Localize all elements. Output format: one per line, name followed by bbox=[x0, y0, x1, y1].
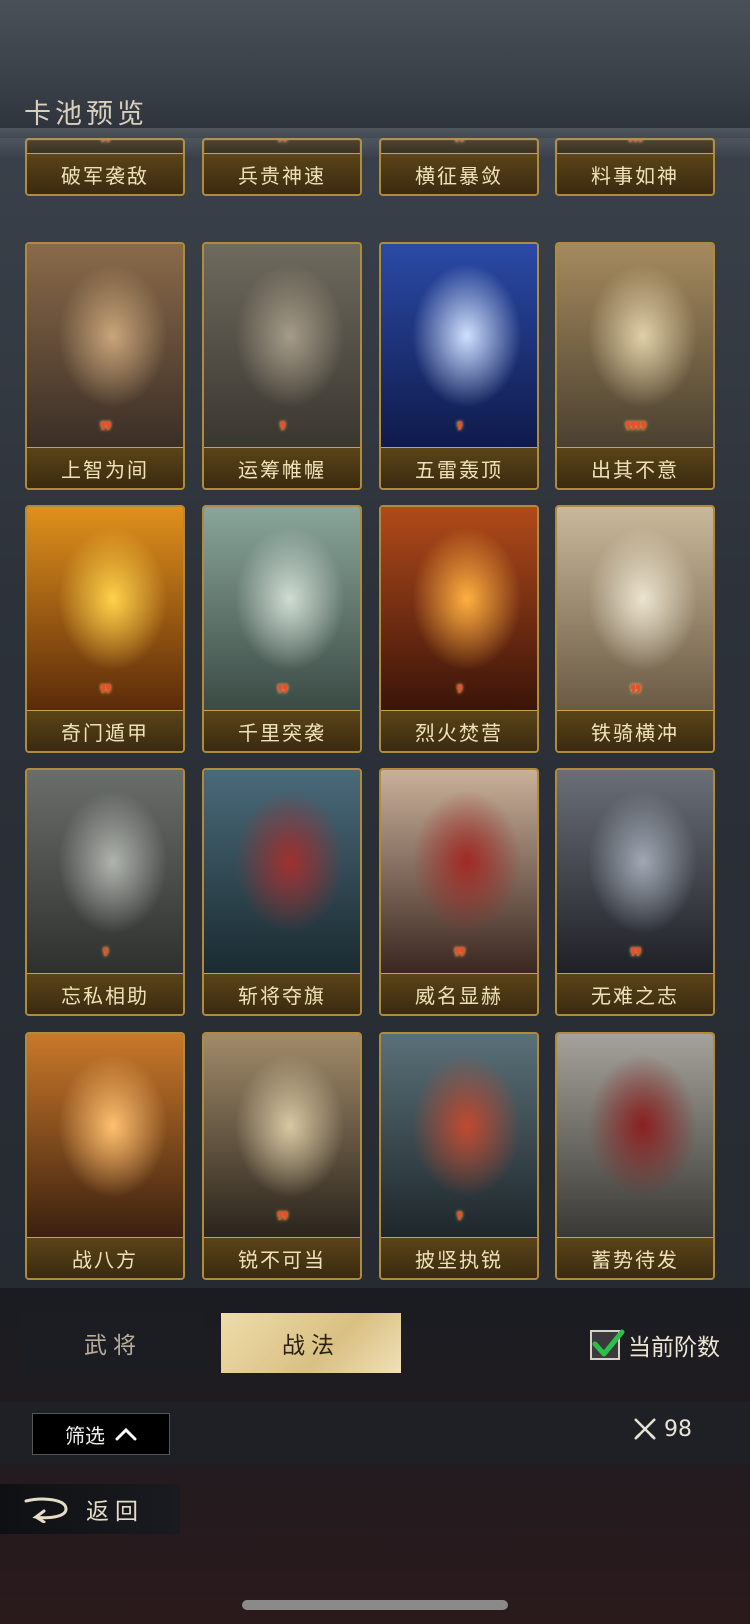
star-pips: ❜❜❜❜ bbox=[624, 418, 647, 444]
chevron-up-icon bbox=[115, 1427, 137, 1441]
star-pips: ❜❜ bbox=[276, 1208, 289, 1234]
tactic-card[interactable]: 斩将夺旗 bbox=[202, 768, 362, 1016]
tactic-card[interactable]: ❜ 运筹帷幄 bbox=[202, 242, 362, 490]
home-indicator bbox=[242, 1600, 508, 1610]
tactic-card[interactable]: ❜❜ 锐不可当 bbox=[202, 1032, 362, 1280]
current-tier-toggle[interactable]: 当前阶数 bbox=[590, 1328, 720, 1362]
card-name: 战八方 bbox=[27, 1237, 183, 1278]
card-name: 横征暴敛 bbox=[381, 153, 537, 194]
page-title: 卡池预览 bbox=[24, 99, 148, 130]
tactic-count-value: 98 bbox=[664, 1416, 692, 1442]
card-name: 千里突袭 bbox=[204, 710, 360, 751]
tactic-card[interactable]: 蓄势待发 bbox=[555, 1032, 715, 1280]
card-name: 威名显赫 bbox=[381, 973, 537, 1014]
star-pips: ❜ bbox=[279, 418, 286, 444]
tactic-card[interactable]: ❜ 披坚执锐 bbox=[379, 1032, 539, 1280]
card-name: 破军袭敌 bbox=[27, 153, 183, 194]
card-name: 斩将夺旗 bbox=[204, 973, 360, 1014]
back-label: 返回 bbox=[86, 1499, 144, 1525]
card-name: 奇门遁甲 bbox=[27, 710, 183, 751]
star-pips: ❜❜ bbox=[276, 681, 289, 707]
tab-generals[interactable]: 武将 bbox=[22, 1313, 204, 1373]
tab-tactics[interactable]: 战法 bbox=[221, 1313, 401, 1373]
filter-label: 筛选 bbox=[65, 1423, 105, 1448]
card-name: 料事如神 bbox=[557, 153, 713, 194]
tactic-card[interactable]: ❜❜ 无难之志 bbox=[555, 768, 715, 1016]
card-artwork bbox=[204, 770, 360, 974]
star-pips: ❜ bbox=[456, 418, 463, 444]
card-name: 忘私相助 bbox=[27, 973, 183, 1014]
checkbox[interactable] bbox=[590, 1329, 625, 1360]
card-name: 运筹帷幄 bbox=[204, 447, 360, 488]
current-tier-label: 当前阶数 bbox=[628, 1335, 720, 1361]
star-pips: ❜ bbox=[456, 1208, 463, 1234]
tactic-card[interactable]: ❜❜ 上智为间 bbox=[25, 242, 185, 490]
tactic-card[interactable]: 战八方 bbox=[25, 1032, 185, 1280]
star-pips: ❜ bbox=[456, 681, 463, 707]
tactic-card[interactable]: ❜❜❜❜ 出其不意 bbox=[555, 242, 715, 490]
card-artwork bbox=[557, 1034, 713, 1238]
crossed-swords-icon bbox=[634, 1418, 656, 1440]
card-name: 上智为间 bbox=[27, 447, 183, 488]
tactic-card[interactable]: ❜ 忘私相助 bbox=[25, 768, 185, 1016]
tactic-card[interactable]: ❜❜ 威名显赫 bbox=[379, 768, 539, 1016]
card-name: 披坚执锐 bbox=[381, 1237, 537, 1278]
star-pips: ❜❜ bbox=[99, 418, 112, 444]
card-artwork bbox=[27, 1034, 183, 1238]
star-pips: ❜❜ bbox=[629, 681, 642, 707]
tactic-card[interactable]: ❜❜ 千里突袭 bbox=[202, 505, 362, 753]
star-pips: ❜❜ bbox=[453, 944, 466, 970]
card-name: 五雷轰顶 bbox=[381, 447, 537, 488]
star-pips: ❜❜ bbox=[99, 681, 112, 707]
card-name: 蓄势待发 bbox=[557, 1237, 713, 1278]
card-name: 烈火焚营 bbox=[381, 710, 537, 751]
tactic-card[interactable]: ❜ 烈火焚营 bbox=[379, 505, 539, 753]
card-name: 出其不意 bbox=[557, 447, 713, 488]
back-button[interactable]: 返回 bbox=[0, 1484, 180, 1534]
tactic-card[interactable]: ❜❜ 铁骑横冲 bbox=[555, 505, 715, 753]
star-pips: ❜❜ bbox=[629, 944, 642, 970]
card-name: 无难之志 bbox=[557, 973, 713, 1014]
tactic-card[interactable]: ❜ 五雷轰顶 bbox=[379, 242, 539, 490]
star-pips: ❜ bbox=[102, 944, 109, 970]
card-name: 锐不可当 bbox=[204, 1237, 360, 1278]
card-name: 兵贵神速 bbox=[204, 153, 360, 194]
filter-button[interactable]: 筛选 bbox=[32, 1413, 170, 1455]
tactic-card[interactable]: ❜❜ 奇门遁甲 bbox=[25, 505, 185, 753]
header-mist bbox=[0, 128, 750, 158]
tactic-count: 98 bbox=[632, 1416, 692, 1442]
card-grid: ❜❜破军袭敌❜❜兵贵神速❜❜横征暴敛❜❜❜料事如神❜❜上智为间❜运筹帷幄❜五雷轰… bbox=[0, 138, 750, 1288]
card-name: 铁骑横冲 bbox=[557, 710, 713, 751]
back-arrow-icon bbox=[24, 1497, 68, 1523]
check-icon bbox=[592, 1329, 625, 1357]
